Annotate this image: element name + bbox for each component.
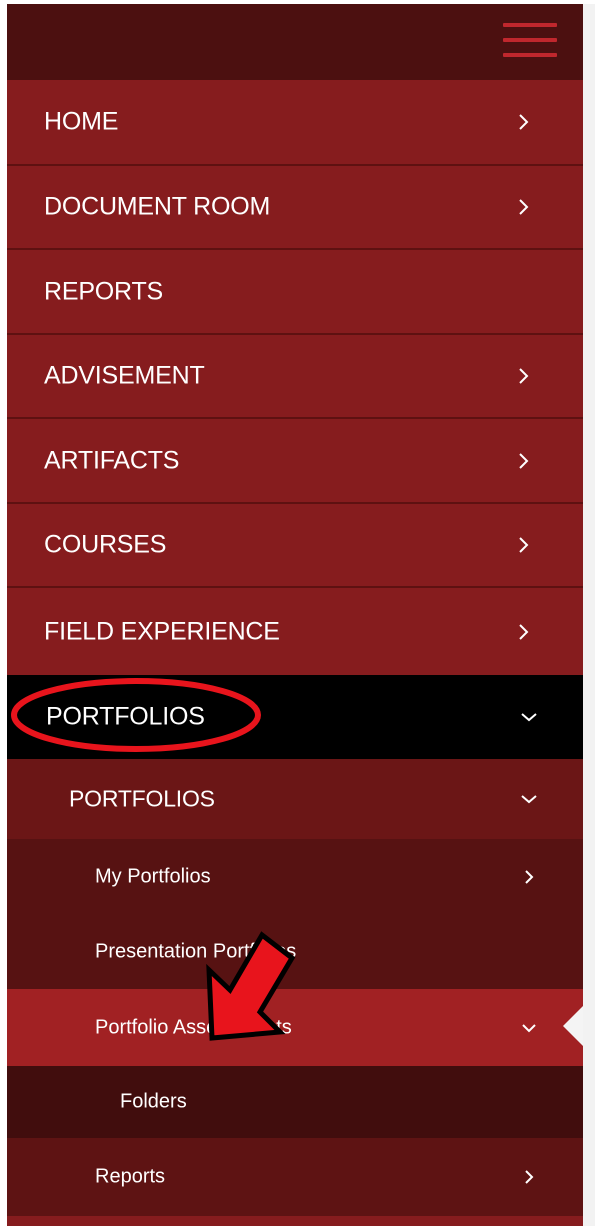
chevron-down-icon bbox=[522, 1023, 536, 1032]
nav-item-portfolios[interactable]: PORTFOLIOS bbox=[7, 675, 583, 759]
nav-item-portfolio-assessments[interactable]: Portfolio Assessments bbox=[7, 989, 583, 1066]
nav-item-my-portfolios[interactable]: My Portfolios bbox=[7, 839, 583, 915]
nav-item-reports-sub[interactable]: Reports bbox=[7, 1138, 583, 1216]
nav-item-folders[interactable]: Folders bbox=[7, 1066, 583, 1138]
nav-subitem-label: PORTFOLIOS bbox=[69, 785, 215, 812]
nav-item-label: FIELD EXPERIENCE bbox=[44, 617, 280, 645]
nav-item-label: DOCUMENT ROOM bbox=[44, 192, 271, 221]
nav-item-reports[interactable]: REPORTS bbox=[7, 250, 583, 335]
nav-item-courses[interactable]: COURSES bbox=[7, 504, 583, 588]
nav-item-label: Presentation Portfolios bbox=[95, 940, 297, 963]
nav-item-next bbox=[7, 1216, 583, 1226]
page: HOME DOCUMENT ROOM REPORTS ADVISEMENT AR… bbox=[0, 0, 595, 1226]
chevron-right-icon bbox=[519, 623, 529, 640]
sidebar-header bbox=[7, 4, 583, 80]
nav-item-home[interactable]: HOME bbox=[7, 80, 583, 166]
chevron-right-icon bbox=[519, 199, 529, 215]
active-pointer-notch bbox=[563, 1006, 583, 1046]
nav-item-label: ADVISEMENT bbox=[44, 361, 205, 390]
chevron-down-icon bbox=[521, 795, 537, 804]
chevron-right-icon bbox=[519, 452, 529, 469]
chevron-right-icon bbox=[525, 870, 534, 884]
nav-item-label: My Portfolios bbox=[95, 865, 211, 888]
chevron-right-icon bbox=[519, 537, 529, 553]
hamburger-menu-icon[interactable] bbox=[503, 20, 557, 60]
nav-item-label: Folders bbox=[120, 1090, 187, 1113]
chevron-down-icon bbox=[521, 713, 537, 722]
nav-item-label: ARTIFACTS bbox=[44, 446, 180, 474]
nav-item-label: Portfolio Assessments bbox=[95, 1016, 292, 1038]
nav-item-document-room[interactable]: DOCUMENT ROOM bbox=[7, 166, 583, 250]
nav-item-advisement[interactable]: ADVISEMENT bbox=[7, 335, 583, 419]
sidebar-nav: HOME DOCUMENT ROOM REPORTS ADVISEMENT AR… bbox=[7, 4, 583, 1226]
nav-item-label: COURSES bbox=[44, 530, 167, 559]
page-edge bbox=[583, 4, 595, 1226]
nav-item-label: PORTFOLIOS bbox=[46, 702, 205, 731]
nav-item-label: HOME bbox=[44, 107, 119, 136]
chevron-right-icon bbox=[525, 1170, 534, 1184]
nav-item-field-experience[interactable]: FIELD EXPERIENCE bbox=[7, 588, 583, 675]
nav-item-artifacts[interactable]: ARTIFACTS bbox=[7, 419, 583, 504]
nav-subitem-portfolios[interactable]: PORTFOLIOS bbox=[7, 759, 583, 839]
nav-item-label: Reports bbox=[95, 1165, 166, 1188]
nav-item-presentation-portfolios[interactable]: Presentation Portfolios bbox=[7, 915, 583, 989]
nav-item-label: REPORTS bbox=[44, 277, 163, 305]
chevron-right-icon bbox=[519, 114, 529, 130]
chevron-right-icon bbox=[519, 368, 529, 384]
